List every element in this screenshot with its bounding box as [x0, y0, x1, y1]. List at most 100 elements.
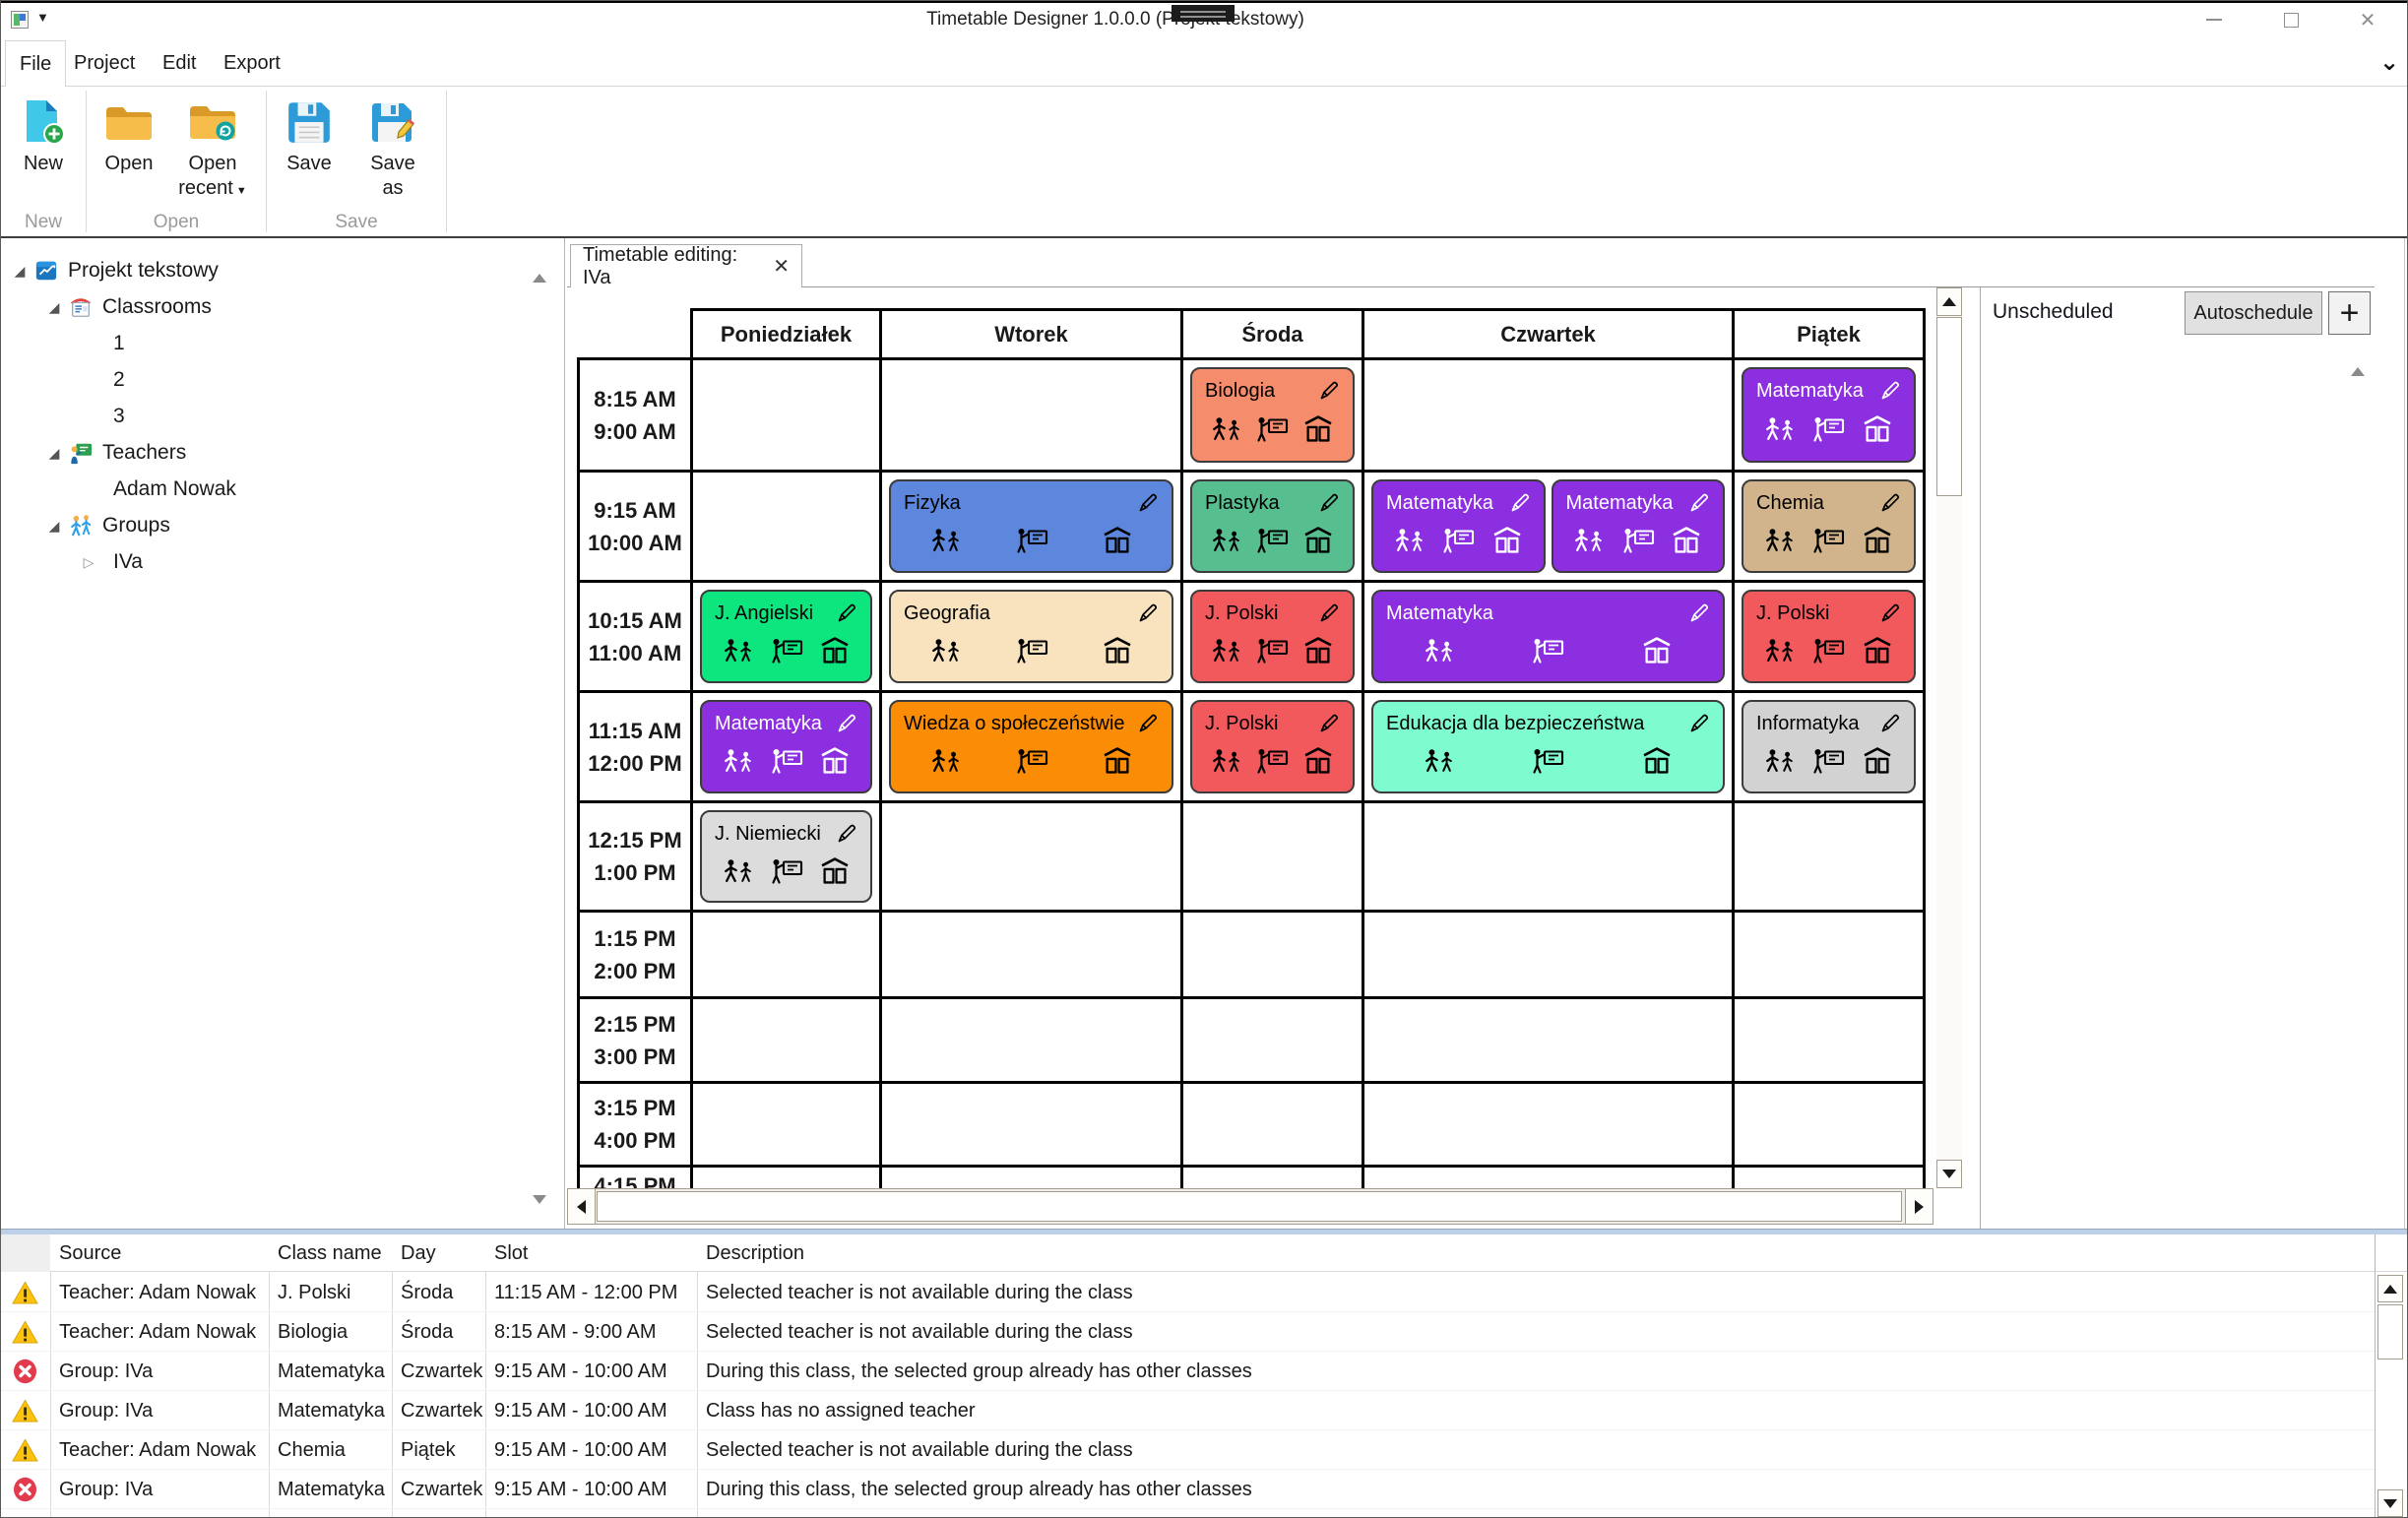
timetable-cell[interactable]: [1362, 996, 1735, 1084]
class-card[interactable]: Informatyka: [1742, 700, 1916, 793]
new-button[interactable]: New: [9, 93, 78, 176]
tree-item-teachers[interactable]: ◢Teachers: [1, 436, 186, 470]
add-class-button[interactable]: +: [2328, 291, 2371, 335]
column-header-class-name[interactable]: Class name: [269, 1234, 392, 1272]
tree-item-adam-nowak[interactable]: Adam Nowak: [1, 473, 236, 506]
timetable-cell[interactable]: Edukacja dla bezpieczeństwa: [1362, 690, 1735, 803]
timetable-cell[interactable]: Matematyka: [690, 690, 882, 803]
pencil-icon[interactable]: [835, 822, 858, 846]
vertical-splitter[interactable]: [564, 238, 565, 1229]
tree-scroll-down-icon[interactable]: [533, 1204, 546, 1219]
timetable-cell[interactable]: J. Angielski: [690, 580, 882, 693]
class-card[interactable]: Matematyka: [1552, 479, 1726, 573]
issue-row[interactable]: Teacher: Adam Nowak J. Polski Środa 11:1…: [1, 1273, 2376, 1312]
expanded-twisty-icon[interactable]: ◢: [43, 445, 65, 462]
timetable-cell[interactable]: [1732, 800, 1926, 913]
timetable-cell[interactable]: [1362, 357, 1735, 473]
pencil-icon[interactable]: [835, 601, 858, 625]
timetable-cell[interactable]: [1180, 1081, 1364, 1168]
timetable-cell[interactable]: [690, 470, 882, 583]
pencil-icon[interactable]: [1317, 601, 1341, 625]
expanded-twisty-icon[interactable]: ◢: [43, 518, 65, 535]
timetable-horizontal-scrollbar[interactable]: [567, 1188, 1933, 1225]
issues-scroll-up-button[interactable]: [2377, 1275, 2403, 1302]
class-card[interactable]: J. Polski: [1190, 700, 1355, 793]
class-card[interactable]: Edukacja dla bezpieczeństwa: [1371, 700, 1725, 793]
maximize-button[interactable]: [2269, 7, 2313, 32]
timetable-cell[interactable]: [1732, 996, 1926, 1084]
tree-item-2[interactable]: 2: [1, 363, 125, 397]
autoschedule-button[interactable]: Autoschedule: [2185, 291, 2322, 335]
vertical-scroll-thumb[interactable]: [1936, 317, 1962, 496]
ribbon-collapse-chevron-icon[interactable]: ⌄: [2372, 44, 2407, 80]
tree-item-3[interactable]: 3: [1, 400, 125, 433]
class-card[interactable]: Fizyka: [889, 479, 1173, 573]
class-card[interactable]: Matematyka: [1371, 590, 1725, 683]
pencil-icon[interactable]: [1508, 491, 1532, 515]
timetable-cell[interactable]: Plastyka: [1180, 470, 1364, 583]
class-card[interactable]: Plastyka: [1190, 479, 1355, 573]
column-header-day[interactable]: Day: [392, 1234, 485, 1272]
save-button[interactable]: Save: [275, 93, 344, 176]
issues-scroll-thumb[interactable]: [2377, 1304, 2403, 1360]
class-card[interactable]: Geografia: [889, 590, 1173, 683]
issue-row[interactable]: Group: IVa Matematyka Czwartek 9:15 AM -…: [1, 1391, 2376, 1430]
timetable-cell[interactable]: Matematyka: [1362, 580, 1735, 693]
issues-scroll-down-button[interactable]: [2377, 1489, 2403, 1517]
column-header-description[interactable]: Description: [697, 1234, 1288, 1272]
close-button[interactable]: ✕: [2346, 7, 2389, 32]
timetable-cell[interactable]: [1180, 996, 1364, 1084]
scroll-left-button[interactable]: [568, 1189, 596, 1224]
timetable-cell[interactable]: Fizyka: [879, 470, 1183, 583]
timetable-cell[interactable]: [1732, 1165, 1926, 1188]
class-card[interactable]: J. Polski: [1742, 590, 1916, 683]
timetable-cell[interactable]: Geografia: [879, 580, 1183, 693]
collapsed-twisty-icon[interactable]: ▷: [78, 554, 99, 571]
timetable-cell[interactable]: [879, 910, 1183, 999]
timetable-cell[interactable]: [690, 910, 882, 999]
timetable-cell[interactable]: Biologia: [1180, 357, 1364, 473]
pencil-icon[interactable]: [1136, 491, 1160, 515]
class-card[interactable]: J. Niemiecki: [700, 810, 872, 903]
tree-scroll-up-icon[interactable]: [533, 259, 546, 274]
timetable-cell[interactable]: Matematyka: [1732, 357, 1926, 473]
pencil-icon[interactable]: [1878, 379, 1902, 403]
pencil-icon[interactable]: [1878, 491, 1902, 515]
tree-item-classrooms[interactable]: ◢Classrooms: [1, 290, 212, 324]
timetable-cell[interactable]: [879, 1165, 1183, 1188]
pencil-icon[interactable]: [1878, 601, 1902, 625]
unscheduled-scroll-up-icon[interactable]: [2351, 350, 2365, 368]
issue-row[interactable]: Group: IVa Matematyka Czwartek 9:15 AM -…: [1, 1352, 2376, 1391]
timetable-cell[interactable]: Wiedza o społeczeństwie: [879, 690, 1183, 803]
pencil-icon[interactable]: [1687, 712, 1711, 735]
timetable-cell[interactable]: [1362, 910, 1735, 999]
pencil-icon[interactable]: [1136, 601, 1160, 625]
timetable-cell[interactable]: Chemia: [1732, 470, 1926, 583]
open-recent-button[interactable]: Openrecent▼: [167, 93, 258, 201]
menu-file[interactable]: File: [5, 40, 66, 88]
class-card[interactable]: Chemia: [1742, 479, 1916, 573]
class-card[interactable]: Matematyka: [1742, 367, 1916, 463]
timetable-cell[interactable]: [1362, 800, 1735, 913]
menu-export[interactable]: Export: [210, 40, 294, 87]
severity-column-header[interactable]: [1, 1234, 50, 1272]
class-card[interactable]: Matematyka: [1371, 479, 1546, 573]
timetable-cell[interactable]: [690, 1165, 882, 1188]
tab-close-icon[interactable]: ✕: [773, 254, 790, 279]
timetable-cell[interactable]: [1180, 910, 1364, 999]
issue-row[interactable]: Teacher: Adam Nowak Chemia Piątek 9:15 A…: [1, 1430, 2376, 1470]
tab-timetable-editing[interactable]: Timetable editing: IVa ✕: [570, 244, 802, 287]
timetable-cell[interactable]: J. Polski: [1732, 580, 1926, 693]
minimize-button[interactable]: [2192, 7, 2236, 32]
tree-item-projekt-tekstowy[interactable]: ◢Projekt tekstowy: [1, 254, 219, 287]
menu-project[interactable]: Project: [60, 40, 149, 87]
class-card[interactable]: J. Polski: [1190, 590, 1355, 683]
class-card[interactable]: J. Angielski: [700, 590, 872, 683]
timetable-cell[interactable]: [879, 800, 1183, 913]
scroll-down-button[interactable]: [1936, 1160, 1962, 1188]
class-card[interactable]: Matematyka: [700, 700, 872, 793]
timetable-cell[interactable]: Informatyka: [1732, 690, 1926, 803]
timetable-cell[interactable]: [1362, 1081, 1735, 1168]
pencil-icon[interactable]: [1136, 712, 1160, 735]
timetable-cell[interactable]: [1732, 1081, 1926, 1168]
